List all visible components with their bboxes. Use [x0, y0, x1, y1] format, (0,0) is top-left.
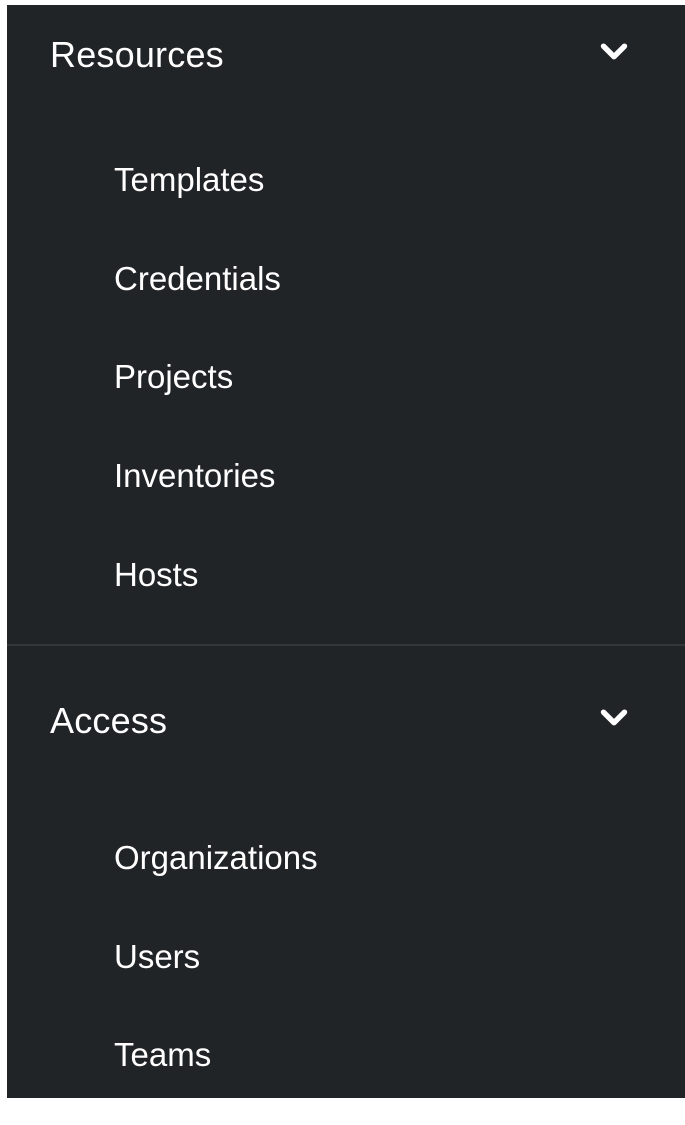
nav-item-inventories[interactable]: Inventories [7, 427, 685, 526]
nav-group-toggle-resources[interactable]: Resources [7, 5, 685, 105]
nav-item-templates[interactable]: Templates [7, 131, 685, 230]
nav-item-hosts[interactable]: Hosts [7, 525, 685, 624]
nav-group-title: Access [50, 699, 168, 741]
nav-group-title: Resources [50, 34, 224, 75]
chevron-down-icon [596, 33, 632, 69]
nav-group-toggle-access[interactable]: Access [7, 646, 685, 796]
sidebar-nav: Resources Templates Credentials Projects… [7, 5, 685, 1098]
nav-group-items: Organizations Users Teams [7, 809, 685, 1105]
nav-group-items: Templates Credentials Projects Inventori… [7, 131, 685, 624]
nav-group-resources: Resources Templates Credentials Projects… [7, 5, 685, 624]
nav-item-credentials[interactable]: Credentials [7, 230, 685, 329]
nav-group-access: Access Organizations Users Teams [7, 646, 685, 1105]
chevron-down-icon [596, 699, 632, 735]
nav-item-teams[interactable]: Teams [7, 1006, 685, 1105]
nav-item-users[interactable]: Users [7, 908, 685, 1007]
nav-item-organizations[interactable]: Organizations [7, 809, 685, 908]
nav-item-projects[interactable]: Projects [7, 328, 685, 427]
